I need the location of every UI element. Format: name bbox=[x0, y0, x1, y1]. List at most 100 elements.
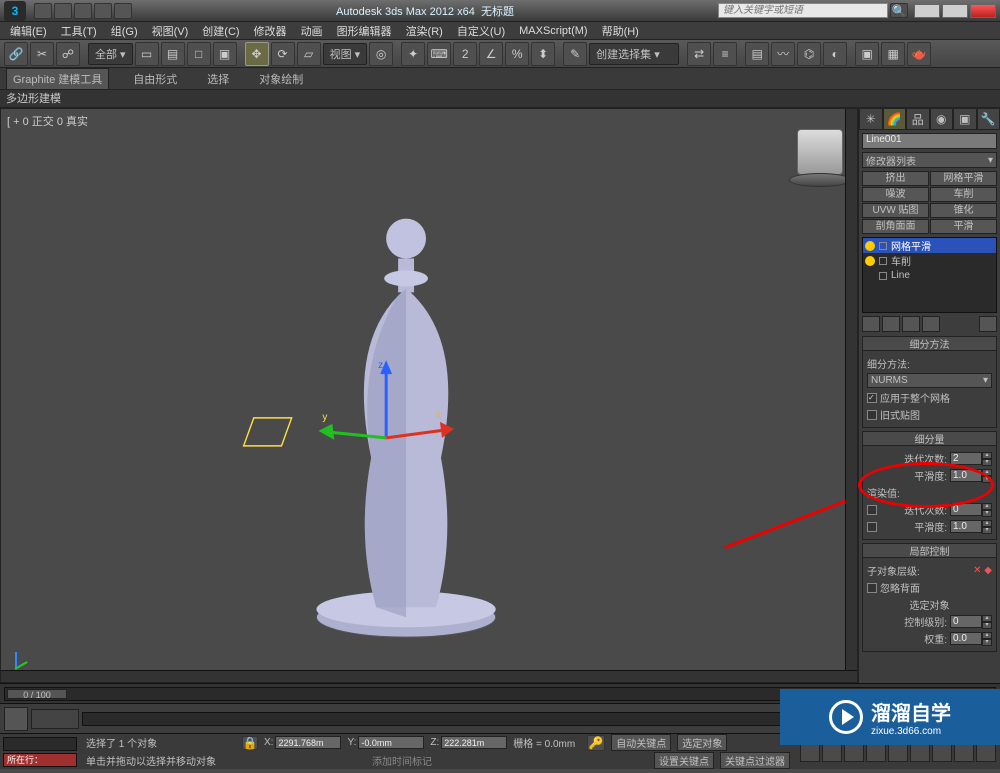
isolate-icon[interactable]: 🔑 bbox=[587, 735, 605, 751]
rollup-header[interactable]: 细分方法 bbox=[863, 337, 996, 351]
object-name-field[interactable]: Line001 bbox=[862, 133, 997, 149]
menu-maxscript[interactable]: MAXScript(M) bbox=[513, 25, 593, 37]
spin-down-icon[interactable]: ▾ bbox=[982, 527, 992, 534]
menu-tools[interactable]: 工具(T) bbox=[55, 23, 103, 39]
link-icon[interactable]: 🔗 bbox=[4, 42, 28, 66]
mod-uvwmap-button[interactable]: UVW 贴图 bbox=[862, 203, 929, 218]
mod-meshsmooth-button[interactable]: 网格平滑 bbox=[930, 171, 997, 186]
snap-percent-icon[interactable]: % bbox=[505, 42, 529, 66]
spin-up-icon[interactable]: ▴ bbox=[982, 469, 992, 476]
named-selset-edit-icon[interactable]: ✎ bbox=[563, 42, 587, 66]
smoothness-spinner[interactable] bbox=[950, 469, 982, 482]
selection-filter-dropdown[interactable]: 全部 ▾ bbox=[88, 43, 133, 65]
coord-y-input[interactable] bbox=[358, 736, 424, 749]
curve-editor-icon[interactable]: 〰 bbox=[771, 42, 795, 66]
viewport[interactable]: [ + 0 正交 0 真实 z x y bbox=[0, 108, 858, 683]
trackbar-toggle-icon[interactable] bbox=[4, 707, 28, 731]
spin-up-icon[interactable]: ▴ bbox=[982, 632, 992, 639]
select-icon[interactable]: ▭ bbox=[135, 42, 159, 66]
qat-undo-icon[interactable] bbox=[94, 3, 112, 19]
lock-selection-icon[interactable]: 🔒 bbox=[242, 736, 258, 750]
bulb-icon[interactable] bbox=[865, 256, 875, 266]
spinner-snap-icon[interactable]: ⬍ bbox=[531, 42, 555, 66]
modifier-list-dropdown[interactable]: 修改器列表▾ bbox=[862, 152, 997, 168]
cmd-tab-motion-icon[interactable]: ◉ bbox=[930, 108, 954, 130]
coord-x-input[interactable] bbox=[275, 736, 341, 749]
ribbon-tab-objpaint[interactable]: 对象绘制 bbox=[253, 69, 309, 89]
stack-pin-icon[interactable] bbox=[862, 316, 880, 332]
rotate-icon[interactable]: ⟳ bbox=[271, 42, 295, 66]
snap-angle-icon[interactable]: ∠ bbox=[479, 42, 503, 66]
pivot-icon[interactable]: ◎ bbox=[369, 42, 393, 66]
iterations-spinner[interactable] bbox=[950, 452, 982, 465]
cmd-tab-display-icon[interactable]: ▣ bbox=[953, 108, 977, 130]
expand-icon[interactable] bbox=[879, 257, 887, 265]
render-smoothness-spinner[interactable] bbox=[950, 520, 982, 533]
checkbox-render-iter[interactable] bbox=[867, 505, 877, 515]
coord-z-input[interactable] bbox=[441, 736, 507, 749]
window-crossing-icon[interactable]: ▣ bbox=[213, 42, 237, 66]
checkbox-ignore-back[interactable] bbox=[867, 583, 877, 593]
menu-render[interactable]: 渲染(R) bbox=[400, 23, 449, 39]
align-icon[interactable]: ≡ bbox=[713, 42, 737, 66]
scale-icon[interactable]: ▱ bbox=[297, 42, 321, 66]
mod-smooth-button[interactable]: 平滑 bbox=[930, 219, 997, 234]
qat-new-icon[interactable] bbox=[34, 3, 52, 19]
menu-grapheditors[interactable]: 图形编辑器 bbox=[331, 23, 398, 39]
render-iterations-spinner[interactable] bbox=[950, 503, 982, 516]
schematic-icon[interactable]: ⌬ bbox=[797, 42, 821, 66]
move-icon[interactable]: ✥ bbox=[245, 42, 269, 66]
qat-open-icon[interactable] bbox=[54, 3, 72, 19]
control-level-spinner[interactable] bbox=[950, 615, 982, 628]
help-search-input[interactable] bbox=[718, 3, 888, 18]
mod-lathe-button[interactable]: 车削 bbox=[930, 187, 997, 202]
minimize-button[interactable] bbox=[914, 4, 940, 18]
mod-bevel-button[interactable]: 剖角面面 bbox=[862, 219, 929, 234]
autokey-button[interactable]: 自动关键点 bbox=[611, 734, 671, 751]
spin-down-icon[interactable]: ▾ bbox=[982, 622, 992, 629]
rollup-header[interactable]: 细分量 bbox=[863, 432, 996, 446]
spin-up-icon[interactable]: ▴ bbox=[982, 520, 992, 527]
spin-up-icon[interactable]: ▴ bbox=[982, 615, 992, 622]
add-time-tag[interactable]: 添加时间标记 bbox=[372, 753, 432, 768]
render-icon[interactable]: 🫖 bbox=[907, 42, 931, 66]
bind-icon[interactable]: ☍ bbox=[56, 42, 80, 66]
render-frame-icon[interactable]: ▦ bbox=[881, 42, 905, 66]
stack-unique-icon[interactable] bbox=[902, 316, 920, 332]
mod-extrude-button[interactable]: 挤出 bbox=[862, 171, 929, 186]
menu-edit[interactable]: 编辑(E) bbox=[4, 23, 53, 39]
bulb-icon[interactable] bbox=[865, 241, 875, 251]
menu-create[interactable]: 创建(C) bbox=[196, 23, 245, 39]
menu-animation[interactable]: 动画 bbox=[295, 23, 329, 39]
stack-item-meshsmooth[interactable]: 网格平滑 bbox=[863, 238, 996, 253]
time-slider-thumb[interactable]: 0 / 100 bbox=[7, 689, 67, 699]
mod-noise-button[interactable]: 噪波 bbox=[862, 187, 929, 202]
ribbon-tab-modeling[interactable]: Graphite 建模工具 bbox=[6, 68, 109, 90]
render-setup-icon[interactable]: ▣ bbox=[855, 42, 879, 66]
unlink-icon[interactable]: ✂ bbox=[30, 42, 54, 66]
cmd-tab-create-icon[interactable]: ✳ bbox=[859, 108, 883, 130]
subobj-icons[interactable]: ✕ ◆ bbox=[973, 565, 992, 576]
checkbox-old-map[interactable] bbox=[867, 410, 877, 420]
spin-up-icon[interactable]: ▴ bbox=[982, 503, 992, 510]
refcoord-dropdown[interactable]: 视图 ▾ bbox=[323, 43, 368, 65]
checkbox-render-smooth[interactable] bbox=[867, 522, 877, 532]
rollup-header[interactable]: 局部控制 bbox=[863, 544, 996, 558]
keyfilter-button[interactable]: 关键点过滤器 bbox=[720, 752, 790, 769]
app-logo-icon[interactable]: 3 bbox=[4, 1, 26, 21]
expand-icon[interactable] bbox=[879, 242, 887, 250]
keyboard-shortcut-icon[interactable]: ⌨ bbox=[427, 42, 451, 66]
mirror-icon[interactable]: ⇄ bbox=[687, 42, 711, 66]
setkey-button[interactable]: 设置关键点 bbox=[654, 752, 714, 769]
cmd-tab-modify-icon[interactable]: 🌈 bbox=[883, 108, 907, 130]
stack-configure-icon[interactable] bbox=[979, 316, 997, 332]
method-dropdown[interactable]: NURMS▾ bbox=[867, 373, 992, 388]
layers-icon[interactable]: ▤ bbox=[745, 42, 769, 66]
snap-2d-icon[interactable]: 2 bbox=[453, 42, 477, 66]
manipulate-icon[interactable]: ✦ bbox=[401, 42, 425, 66]
qat-redo-icon[interactable] bbox=[114, 3, 132, 19]
spin-down-icon[interactable]: ▾ bbox=[982, 459, 992, 466]
stack-item-lathe[interactable]: 车削 bbox=[863, 253, 996, 268]
mod-taper-button[interactable]: 锥化 bbox=[930, 203, 997, 218]
spin-up-icon[interactable]: ▴ bbox=[982, 452, 992, 459]
